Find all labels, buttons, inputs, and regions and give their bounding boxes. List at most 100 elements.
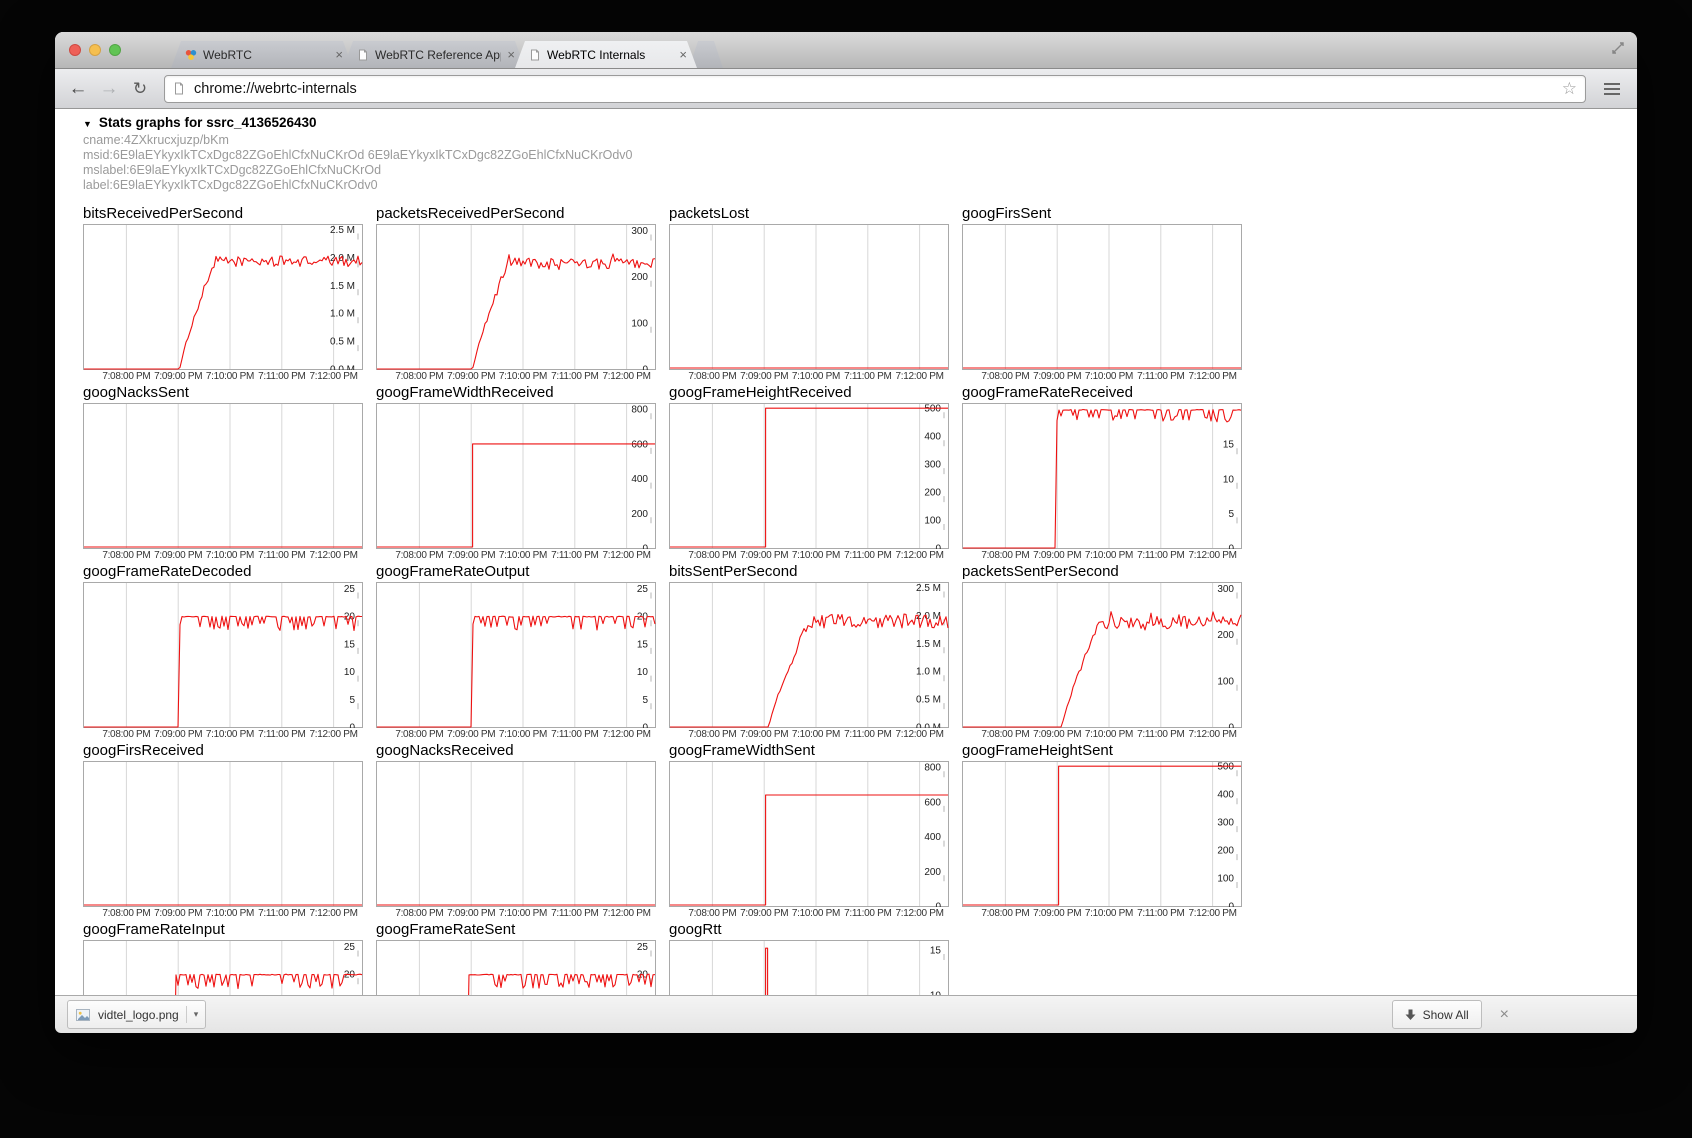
- x-axis-labels: 7:08:00 PM7:09:00 PM7:10:00 PM7:11:00 PM…: [669, 907, 949, 919]
- x-tick-label: 7:12:00 PM: [603, 729, 651, 740]
- x-tick-label: 7:10:00 PM: [499, 550, 547, 561]
- plot-frame: [377, 762, 656, 907]
- y-tick-label: 15: [344, 639, 356, 650]
- y-tick-label: 15: [637, 639, 649, 650]
- section-title: Stats graphs for ssrc_4136526430: [99, 115, 317, 130]
- x-axis-labels: 7:08:00 PM7:09:00 PM7:10:00 PM7:11:00 PM…: [83, 728, 363, 740]
- chart-packetsReceivedPerSecond: packetsReceivedPerSecond30020010007:08:0…: [376, 205, 656, 382]
- chart-plot: [669, 224, 949, 370]
- tab-webrtc-internals[interactable]: WebRTC Internals ×: [515, 41, 697, 68]
- x-tick-label: 7:12:00 PM: [1189, 371, 1237, 382]
- chart-googFirsReceived: googFirsReceived7:08:00 PM7:09:00 PM7:10…: [83, 742, 363, 919]
- chart-plot: 2.5 M2.0 M1.5 M1.0 M0.5 M0.0 M: [669, 582, 949, 728]
- chart-googFrameWidthReceived: googFrameWidthReceived80060040020007:08:…: [376, 384, 656, 561]
- chart-title: googFrameRateDecoded: [83, 563, 363, 581]
- title-bar: WebRTC × WebRTC Reference App ×: [55, 32, 1637, 69]
- x-tick-label: 7:08:00 PM: [395, 371, 443, 382]
- x-tick-label: 7:08:00 PM: [102, 729, 150, 740]
- downloads-bar: vidtel_logo.png ▾ Show All ×: [55, 995, 1637, 1033]
- plot-frame: [377, 583, 656, 728]
- y-tick-label: 0.5 M: [330, 337, 355, 348]
- plot-frame: [670, 225, 949, 370]
- chart-title: googFrameRateSent: [376, 921, 656, 939]
- x-tick-label: 7:10:00 PM: [792, 729, 840, 740]
- show-all-button[interactable]: Show All: [1392, 1000, 1482, 1029]
- x-tick-label: 7:08:00 PM: [688, 550, 736, 561]
- x-axis-labels: 7:08:00 PM7:09:00 PM7:10:00 PM7:11:00 PM…: [962, 907, 1242, 919]
- chart-googFrameRateDecoded: googFrameRateDecoded25201510507:08:00 PM…: [83, 563, 363, 740]
- chart-title: googFrameHeightSent: [962, 742, 1242, 760]
- x-axis-labels: 7:08:00 PM 7:09:00 PM 7:10:00 PM 7:11:00 PM…: [376, 549, 656, 561]
- y-tick-label: 200: [924, 867, 941, 878]
- tab-close-icon[interactable]: ×: [679, 48, 687, 61]
- x-tick-label: 7:12:00 PM: [896, 371, 944, 382]
- tab-strip: WebRTC × WebRTC Reference App ×: [171, 41, 723, 68]
- x-tick-label: 7:11:00 PM: [551, 908, 598, 919]
- x-tick-label: 7:11:00 PM: [551, 550, 598, 561]
- plot-frame: [963, 404, 1242, 549]
- y-tick-label: 10: [344, 667, 356, 678]
- x-tick-label: 7:09:00 PM: [154, 908, 202, 919]
- x-tick-label: 7:08:00 PM: [688, 729, 736, 740]
- x-tick-label: 7:08:00 PM: [395, 550, 443, 561]
- x-axis-labels: 7:08:00 PM7:09:00 PM7:10:00 PM7:11:00 PM…: [669, 728, 949, 740]
- x-tick-label: 7:09:00 PM: [1033, 729, 1081, 740]
- minimize-window-button[interactable]: [89, 44, 101, 56]
- download-menu-arrow-icon[interactable]: ▾: [186, 1006, 199, 1023]
- url-bar[interactable]: ☆: [164, 75, 1586, 103]
- x-tick-label: 7:08:00 PM: [981, 908, 1029, 919]
- tab-webrtc-reference-app[interactable]: WebRTC Reference App ×: [343, 41, 525, 68]
- stats-section-header[interactable]: ▼ Stats graphs for ssrc_4136526430: [83, 115, 1637, 130]
- chart-googFrameRateReceived: googFrameRateReceived1510507:08:00 PM7:0…: [962, 384, 1242, 561]
- close-window-button[interactable]: [69, 44, 81, 56]
- y-tick-label: 25: [637, 584, 649, 595]
- chart-plot: [83, 403, 363, 549]
- download-item[interactable]: vidtel_logo.png ▾: [67, 1000, 206, 1029]
- y-tick-label: 2.0 M: [916, 611, 941, 622]
- disclosure-triangle-icon[interactable]: ▼: [83, 119, 92, 129]
- chart-googRtt: googRtt1510507:08:00 PM7:09:00 PM7:10:00…: [669, 921, 949, 995]
- chart-title: packetsReceivedPerSecond: [376, 205, 656, 223]
- plot-frame: [670, 583, 949, 728]
- tab-webrtc[interactable]: WebRTC ×: [171, 41, 353, 68]
- bookmark-star-icon[interactable]: ☆: [1562, 80, 1577, 97]
- chart-plot: 2520151050: [376, 940, 656, 995]
- y-tick-label: 10: [637, 667, 649, 678]
- resize-icon[interactable]: [1611, 41, 1625, 55]
- x-tick-label: 7:08:00 PM: [102, 908, 150, 919]
- x-tick-label: 7:12:00 PM: [310, 371, 358, 382]
- x-tick-label: 7:09:00 PM: [447, 908, 495, 919]
- url-input[interactable]: [192, 80, 1555, 98]
- chart-title: bitsReceivedPerSecond: [83, 205, 363, 223]
- y-tick-label: 10: [1223, 474, 1235, 485]
- close-downloads-bar-icon[interactable]: ×: [1500, 1007, 1509, 1023]
- x-tick-label: 7:11:00 PM: [258, 729, 305, 740]
- y-tick-label: 500: [924, 404, 941, 415]
- x-tick-label: 7:08:00 PM: [688, 908, 736, 919]
- plot-frame: [963, 225, 1242, 370]
- chart-title: googFrameWidthSent: [669, 742, 949, 760]
- chart-plot: 151050: [962, 403, 1242, 549]
- x-tick-label: 7:09:00 PM: [447, 550, 495, 561]
- x-tick-label: 7:12:00 PM: [1189, 729, 1237, 740]
- plot-frame: [84, 404, 363, 549]
- y-tick-label: 300: [631, 226, 648, 237]
- y-tick-label: 100: [1217, 874, 1234, 885]
- chart-title: packetsLost: [669, 205, 949, 223]
- forward-button[interactable]: →: [96, 75, 122, 103]
- y-tick-label: 1.0 M: [916, 667, 941, 678]
- zoom-window-button[interactable]: [109, 44, 121, 56]
- x-axis-labels: 7:08:00 PM7:09:00 PM7:10:00 PM7:11:00 PM…: [962, 370, 1242, 382]
- chart-title: googFirsSent: [962, 205, 1242, 223]
- chart-plot: 5004003002001000: [669, 403, 949, 549]
- x-tick-label: 7:11:00 PM: [1137, 371, 1184, 382]
- chart-title: packetsSentPerSecond: [962, 563, 1242, 581]
- back-button[interactable]: ←: [65, 75, 91, 103]
- menu-icon[interactable]: [1597, 75, 1627, 103]
- tab-close-icon[interactable]: ×: [335, 48, 343, 61]
- reload-button[interactable]: ↻: [127, 75, 153, 103]
- y-tick-label: 600: [924, 797, 941, 808]
- x-tick-label: 7:10:00 PM: [1085, 550, 1133, 561]
- tab-close-icon[interactable]: ×: [507, 48, 515, 61]
- x-axis-labels: 7:08:00 PM7:09:00 PM7:10:00 PM7:11:00 PM…: [376, 370, 656, 382]
